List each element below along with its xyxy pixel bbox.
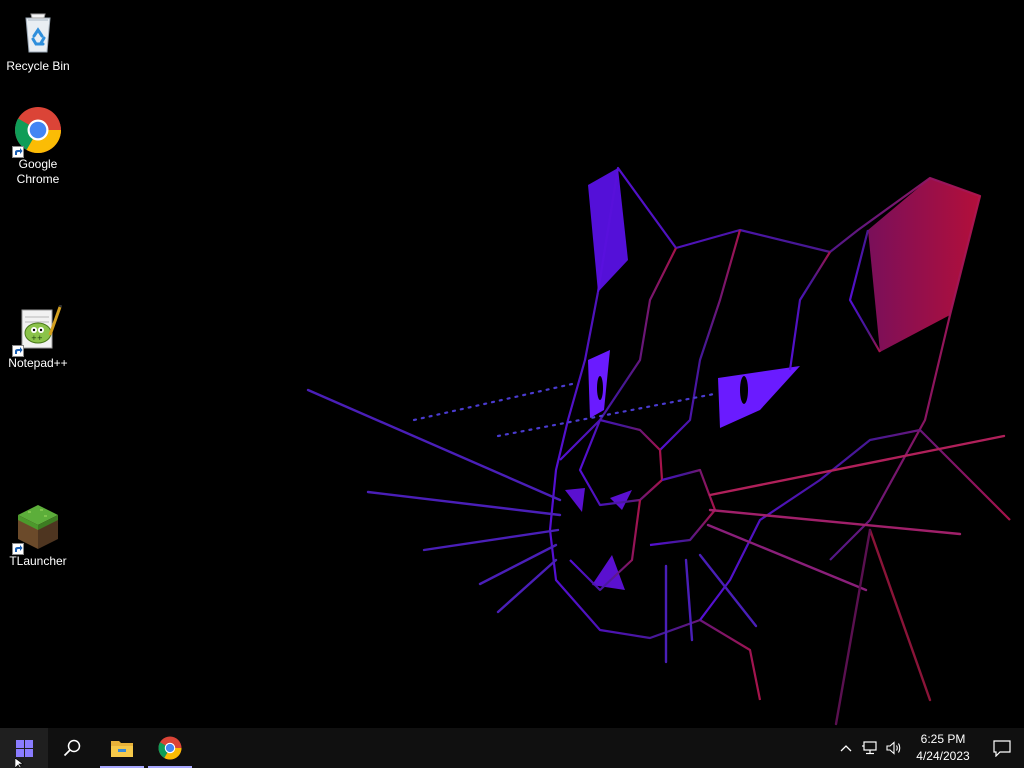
wallpaper-panther-image — [306, 166, 1011, 726]
search-button[interactable] — [48, 728, 96, 768]
taskbar-clock[interactable]: 6:25 PM 4/24/2023 — [906, 728, 980, 768]
volume-icon — [886, 741, 901, 755]
desktop-icon-notepad-plus-plus[interactable]: ++ Notepad++ — [0, 304, 76, 371]
desktop: Recycle Bin Google Chrome ++ Notepad++ T… — [0, 0, 1024, 728]
svg-text:++: ++ — [31, 334, 43, 342]
windows-logo-icon — [15, 739, 33, 757]
notepad-plus-plus-icon: ++ — [12, 304, 63, 357]
shortcut-arrow-icon — [12, 345, 24, 357]
folder-icon — [111, 741, 133, 757]
chrome-icon — [158, 736, 182, 760]
desktop-icon-recycle-bin[interactable]: Recycle Bin — [0, 8, 76, 74]
show-hidden-icons-button[interactable] — [834, 728, 858, 768]
desktop-icon-label: Notepad++ — [8, 356, 68, 370]
desktop-icon-label: Recycle Bin — [6, 59, 70, 73]
taskbar-chrome-button[interactable] — [146, 728, 194, 768]
desktop-icon-google-chrome[interactable]: Google Chrome — [0, 106, 76, 187]
chrome-icon — [12, 106, 62, 158]
desktop-icon-label: Google Chrome — [16, 157, 60, 186]
tlauncher-icon — [12, 503, 62, 555]
recycle-bin-icon — [14, 8, 62, 56]
network-status-button[interactable] — [858, 728, 882, 768]
desktop-icon-tlauncher[interactable]: TLauncher — [0, 503, 76, 569]
chevron-up-icon — [840, 745, 852, 752]
clock-time: 6:25 PM — [920, 732, 966, 746]
clock-date: 4/24/2023 — [916, 749, 970, 763]
taskbar: 6:25 PM 4/24/2023 — [0, 728, 1024, 768]
action-center-icon — [993, 739, 1011, 757]
action-center-button[interactable] — [980, 728, 1024, 768]
mouse-cursor-icon — [15, 758, 24, 768]
search-icon — [63, 739, 81, 757]
shortcut-arrow-icon — [12, 543, 24, 555]
system-tray: 6:25 PM 4/24/2023 — [834, 728, 1024, 768]
shortcut-arrow-icon — [12, 146, 24, 158]
desktop-icon-label: TLauncher — [9, 554, 67, 568]
taskbar-file-explorer-button[interactable] — [98, 728, 146, 768]
network-icon — [862, 741, 877, 755]
volume-button[interactable] — [882, 728, 906, 768]
